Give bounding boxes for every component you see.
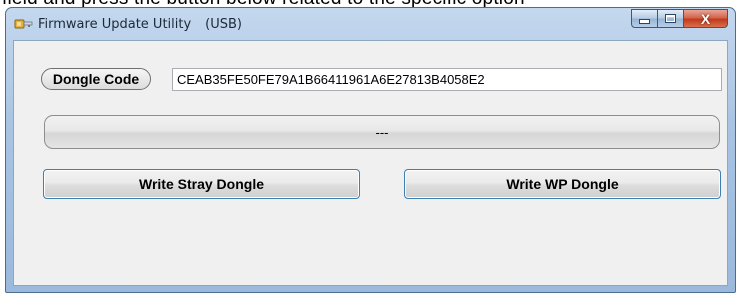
dongle-code-label[interactable]: Dongle Code xyxy=(41,68,151,90)
minimize-icon xyxy=(639,19,650,24)
caption-buttons: X xyxy=(631,9,728,28)
close-icon: X xyxy=(700,10,711,27)
connection-label: (USB) xyxy=(205,17,243,32)
status-display: --- xyxy=(44,115,720,149)
maximize-icon xyxy=(665,14,676,23)
window-client-area: Dongle Code --- Write Stray Dongle Write… xyxy=(13,40,728,286)
maximize-button[interactable] xyxy=(658,9,684,28)
close-button[interactable]: X xyxy=(684,9,728,28)
window-title-text: Firmware Update Utility xyxy=(38,17,192,32)
write-stray-dongle-button[interactable]: Write Stray Dongle xyxy=(43,169,360,199)
window-title: Firmware Update Utility (USB) xyxy=(38,17,242,32)
dongle-code-input[interactable] xyxy=(172,68,722,91)
key-icon xyxy=(14,17,34,31)
status-text: --- xyxy=(375,124,389,140)
minimize-button[interactable] xyxy=(631,9,658,28)
app-window: Firmware Update Utility (USB) X Dongle Co… xyxy=(5,7,736,293)
write-wp-dongle-button[interactable]: Write WP Dongle xyxy=(404,169,721,199)
title-bar[interactable]: Firmware Update Utility (USB) X xyxy=(6,8,735,40)
